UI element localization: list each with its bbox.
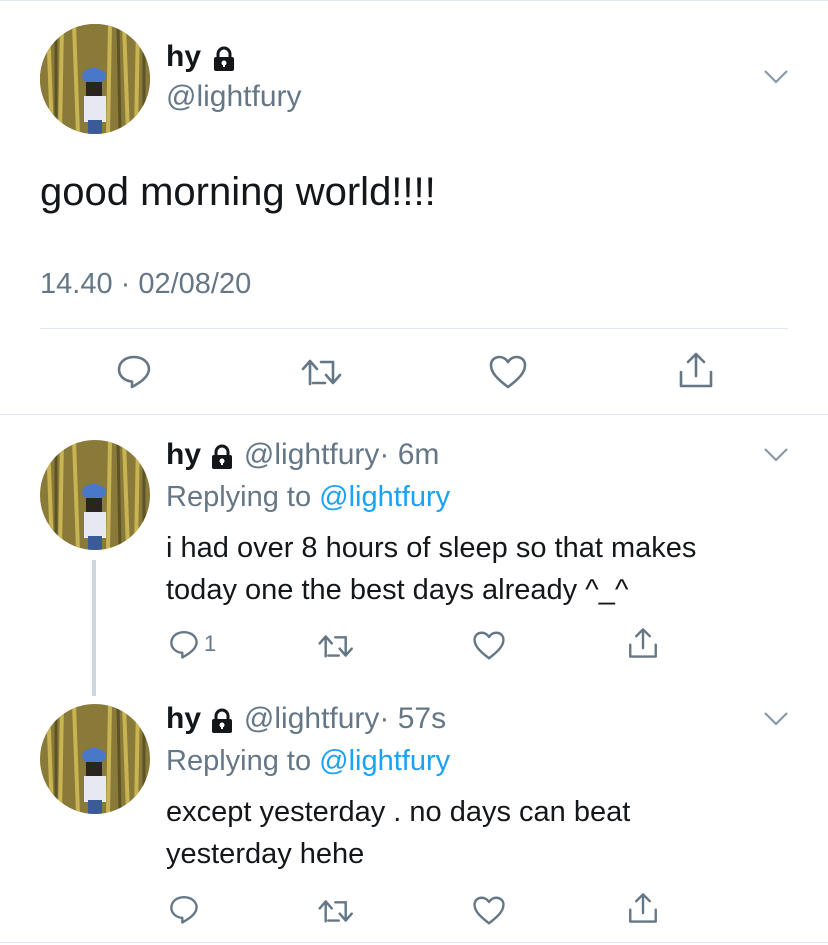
avatar[interactable] <box>40 24 150 134</box>
share-button[interactable] <box>676 350 716 390</box>
reply-time[interactable]: · 57s <box>379 702 446 735</box>
avatar-image <box>40 704 150 814</box>
avatar-image <box>40 24 150 134</box>
replying-to-link[interactable]: @lightfury <box>319 481 450 513</box>
share-icon <box>679 352 713 388</box>
reply-button[interactable] <box>115 352 153 390</box>
tweet-timestamp[interactable]: 14.40 · 02/08/20 <box>40 268 251 301</box>
replying-to: Replying to @lightfury <box>166 745 450 778</box>
reply-icon <box>170 631 198 659</box>
reply-icon <box>117 355 151 389</box>
replying-to: Replying to @lightfury <box>166 481 450 514</box>
reply-header: hy @lightfury· 6m <box>166 438 439 475</box>
retweet-button[interactable] <box>317 630 357 662</box>
reply-text-line-1: except yesterday . no days can beat <box>166 796 631 828</box>
retweet-button[interactable] <box>317 895 357 927</box>
retweet-icon <box>318 635 353 658</box>
actions-divider <box>40 328 788 329</box>
thread-line <box>92 560 96 696</box>
like-button[interactable] <box>472 630 506 661</box>
reply-time[interactable]: · 6m <box>379 438 439 471</box>
heart-icon <box>473 896 505 925</box>
author-handle[interactable]: @lightfury <box>166 80 302 114</box>
reply-count: 1 <box>204 631 217 656</box>
heart-icon <box>489 355 527 389</box>
lock-icon <box>211 46 237 77</box>
reply-button[interactable] <box>168 893 200 925</box>
reply-icon <box>170 896 198 924</box>
bottom-divider <box>0 942 828 943</box>
top-divider <box>0 0 828 1</box>
share-icon <box>629 628 657 658</box>
author-handle[interactable]: @lightfury <box>244 702 380 735</box>
author-name[interactable]: hy <box>166 438 201 471</box>
chevron-down-icon[interactable] <box>763 710 789 733</box>
replying-to-link[interactable]: @lightfury <box>319 745 450 777</box>
avatar[interactable] <box>40 440 150 550</box>
like-button[interactable] <box>488 354 528 390</box>
chevron-down-icon[interactable] <box>763 446 789 469</box>
retweet-icon <box>301 359 342 386</box>
reply-text-line-2: yesterday hehe <box>166 838 365 870</box>
tweet-text: good morning world!!!! <box>40 170 436 214</box>
lock-icon <box>209 708 235 739</box>
reply-text-line-2: today one the best days already ^_^ <box>166 574 629 606</box>
like-button[interactable] <box>472 895 506 926</box>
reply-button[interactable]: 1 <box>168 628 216 660</box>
share-button[interactable] <box>626 891 660 925</box>
share-button[interactable] <box>626 626 660 660</box>
share-icon <box>629 893 657 923</box>
avatar[interactable] <box>40 704 150 814</box>
chevron-down-icon[interactable] <box>763 68 789 91</box>
retweet-button[interactable] <box>300 354 346 390</box>
retweet-icon <box>318 900 353 923</box>
replying-to-label: Replying to <box>166 745 320 777</box>
replying-to-label: Replying to <box>166 481 320 513</box>
author-name[interactable]: hy <box>166 40 201 73</box>
lock-icon <box>209 444 235 475</box>
reply-text-line-1: i had over 8 hours of sleep so that make… <box>166 532 697 564</box>
section-divider <box>0 414 828 415</box>
author-block: hy <box>166 40 237 77</box>
author-name[interactable]: hy <box>166 702 201 735</box>
reply-header: hy @lightfury· 57s <box>166 702 446 739</box>
author-handle[interactable]: @lightfury <box>244 438 380 471</box>
avatar-image <box>40 440 150 550</box>
heart-icon <box>473 631 505 660</box>
